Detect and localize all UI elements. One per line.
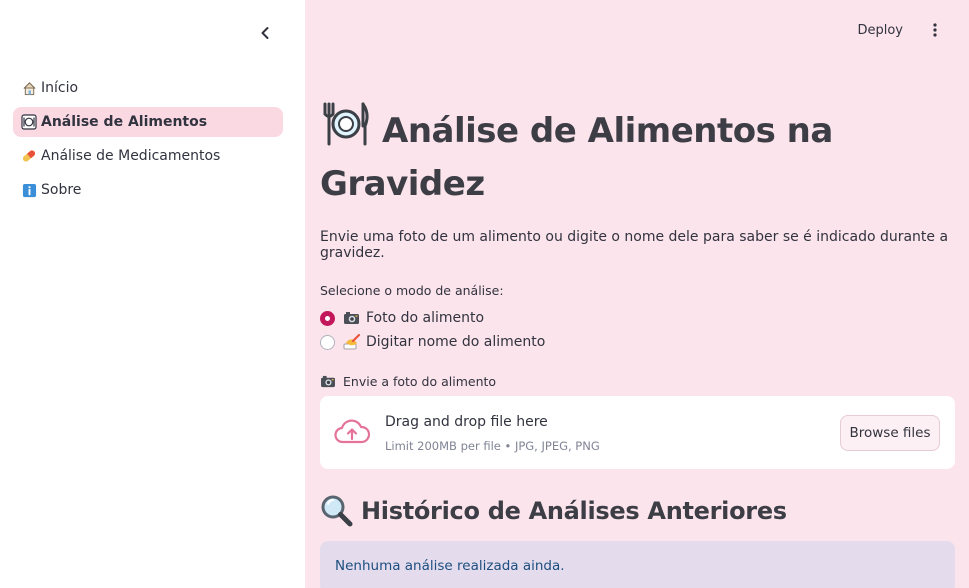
page-content: Análise de Alimentos na Gravidez Envie u… [320, 100, 955, 588]
fork-knife-plate-icon [320, 100, 372, 161]
sidebar-item-label: Análise de Alimentos [41, 114, 208, 130]
analysis-mode-label: Selecione o modo de análise: [320, 283, 504, 298]
radio-button-unselected[interactable] [320, 334, 335, 350]
top-toolbar: Deploy [857, 0, 969, 60]
sidebar-item-label: Sobre [41, 182, 82, 198]
sidebar-item-sobre[interactable]: Sobre [13, 175, 283, 205]
page-title-text: Análise de Alimentos na Gravidez [320, 111, 833, 204]
page-subtitle: Envie uma foto de um alimento ou digite … [320, 229, 949, 261]
analysis-mode-radio-group: Foto do alimento Digitar nome do aliment… [320, 306, 955, 354]
history-title: Histórico de Análises Anteriores [320, 494, 955, 527]
main-area: Deploy Análise de Alimentos na Gravidez … [305, 0, 969, 588]
radio-button-selected[interactable] [320, 310, 335, 326]
sidebar: Início Análise de Alimentos Análise de M… [0, 0, 305, 588]
upload-label: Envie a foto do alimento [320, 373, 955, 389]
more-vertical-icon [933, 23, 937, 37]
sidebar-item-analise-alimentos[interactable]: Análise de Alimentos [13, 107, 283, 137]
cloud-upload-icon [334, 418, 371, 450]
page-title: Análise de Alimentos na Gravidez [320, 100, 955, 208]
file-dropzone[interactable]: Drag and drop file here Limit 200MB per … [320, 396, 955, 469]
history-empty-info: Nenhuma análise realizada ainda. [320, 541, 955, 588]
sidebar-item-label: Início [41, 80, 79, 96]
info-icon [21, 182, 37, 198]
dropzone-instructions: Drag and drop file here [385, 414, 548, 430]
main-menu-button[interactable] [925, 20, 945, 40]
camera-icon [320, 373, 338, 389]
sidebar-item-analise-medicamentos[interactable]: Análise de Medicamentos [13, 141, 283, 171]
pill-icon [21, 148, 37, 164]
plate-icon [21, 114, 37, 130]
radio-option-foto[interactable]: Foto do alimento [320, 306, 955, 330]
dropzone-limit: Limit 200MB per file • JPG, JPEG, PNG [385, 439, 600, 453]
camera-icon [343, 310, 361, 326]
house-icon [21, 80, 37, 96]
history-title-text: Histórico de Análises Anteriores [361, 496, 787, 525]
radio-option-label: Foto do alimento [366, 310, 485, 326]
collapse-sidebar-button[interactable] [255, 23, 275, 43]
sidebar-item-label: Análise de Medicamentos [41, 148, 221, 164]
upload-label-text: Envie a foto do alimento [343, 373, 497, 389]
radio-option-label: Digitar nome do alimento [366, 334, 546, 350]
radio-option-digitar[interactable]: Digitar nome do alimento [320, 330, 955, 354]
sidebar-item-inicio[interactable]: Início [13, 73, 283, 103]
writing-hand-icon [343, 334, 361, 350]
chevron-left-icon [261, 27, 269, 39]
magnifying-glass-icon [320, 494, 353, 527]
deploy-button[interactable]: Deploy [857, 23, 903, 38]
browse-files-button[interactable]: Browse files [840, 415, 940, 451]
sidebar-nav: Início Análise de Alimentos Análise de M… [13, 73, 283, 209]
